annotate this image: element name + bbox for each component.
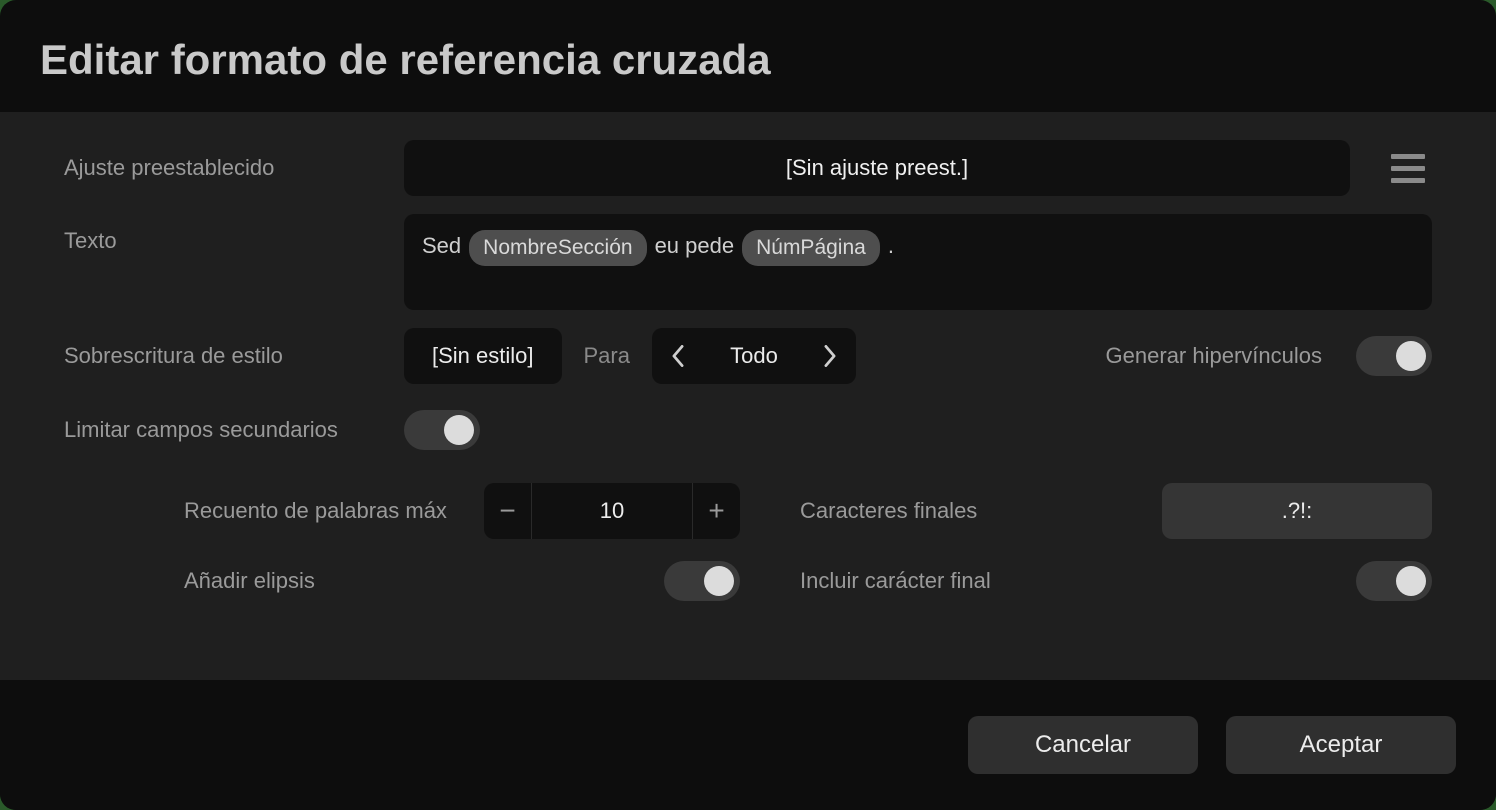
text-part: Sed xyxy=(422,230,461,262)
dialog-footer: Cancelar Aceptar xyxy=(0,680,1496,810)
dialog-header: Editar formato de referencia cruzada xyxy=(0,0,1496,112)
include-end-char-toggle[interactable] xyxy=(1356,561,1432,601)
hyperlinks-label: Generar hipervínculos xyxy=(1106,343,1322,369)
for-label: Para xyxy=(584,343,630,369)
chevron-left-icon xyxy=(671,345,685,367)
text-row: Texto Sed NombreSección eu pede NúmPágin… xyxy=(64,214,1432,310)
cancel-label: Cancelar xyxy=(1035,731,1131,759)
toggle-knob xyxy=(1396,341,1426,371)
scope-nav: Todo xyxy=(652,328,856,384)
hyperlinks-toggle[interactable] xyxy=(1356,336,1432,376)
max-words-stepper: − 10 + xyxy=(484,483,740,539)
scope-value: Todo xyxy=(704,328,804,384)
toggle-knob xyxy=(704,566,734,596)
scope-prev-button[interactable] xyxy=(652,328,704,384)
include-end-char-label: Incluir carácter final xyxy=(800,568,991,594)
limit-subfields-toggle[interactable] xyxy=(404,410,480,450)
max-words-label: Recuento de palabras máx xyxy=(64,498,484,524)
style-override-label: Sobrescritura de estilo xyxy=(64,343,404,369)
end-chars-input[interactable]: .?!: xyxy=(1162,483,1432,539)
dialog-title: Editar formato de referencia cruzada xyxy=(40,36,1456,84)
add-ellipsis-label: Añadir elipsis xyxy=(64,568,315,594)
end-chars-label: Caracteres finales xyxy=(800,498,977,524)
token-page-number[interactable]: NúmPágina xyxy=(742,230,880,266)
subfield-options: Recuento de palabras máx − 10 + Caracter… xyxy=(64,476,1432,616)
dialog-body: Ajuste preestablecido [Sin ajuste preest… xyxy=(0,112,1496,680)
menu-icon xyxy=(1391,154,1425,159)
token-section-name[interactable]: NombreSección xyxy=(469,230,646,266)
text-part: . xyxy=(888,230,894,262)
limit-subfields-label: Limitar campos secundarios xyxy=(64,417,404,443)
text-label: Texto xyxy=(64,214,404,254)
preset-label: Ajuste preestablecido xyxy=(64,155,404,181)
scope-next-button[interactable] xyxy=(804,328,856,384)
add-ellipsis-row: Añadir elipsis xyxy=(64,546,740,616)
preset-value: [Sin ajuste preest.] xyxy=(786,155,968,181)
text-template-input[interactable]: Sed NombreSección eu pede NúmPágina . xyxy=(404,214,1432,310)
max-words-increment[interactable]: + xyxy=(692,483,740,539)
toggle-knob xyxy=(444,415,474,445)
text-part: eu pede xyxy=(655,230,735,262)
add-ellipsis-toggle[interactable] xyxy=(664,561,740,601)
max-words-value[interactable]: 10 xyxy=(532,483,692,539)
edit-crossref-format-dialog: Editar formato de referencia cruzada Aju… xyxy=(0,0,1496,810)
preset-menu-button[interactable] xyxy=(1384,140,1432,196)
toggle-knob xyxy=(1396,566,1426,596)
preset-select[interactable]: [Sin ajuste preest.] xyxy=(404,140,1350,196)
max-words-row: Recuento de palabras máx − 10 + xyxy=(64,476,740,546)
end-chars-value: .?!: xyxy=(1282,498,1313,524)
preset-row: Ajuste preestablecido [Sin ajuste preest… xyxy=(64,140,1432,196)
cancel-button[interactable]: Cancelar xyxy=(968,716,1198,774)
style-override-row: Sobrescritura de estilo [Sin estilo] Par… xyxy=(64,328,1432,384)
style-value: [Sin estilo] xyxy=(432,343,534,369)
include-end-char-row: Incluir carácter final xyxy=(800,546,1432,616)
chevron-right-icon xyxy=(823,345,837,367)
end-chars-row: Caracteres finales .?!: xyxy=(800,476,1432,546)
max-words-decrement[interactable]: − xyxy=(484,483,532,539)
limit-subfields-row: Limitar campos secundarios xyxy=(64,402,1432,458)
accept-button[interactable]: Aceptar xyxy=(1226,716,1456,774)
style-select[interactable]: [Sin estilo] xyxy=(404,328,562,384)
accept-label: Aceptar xyxy=(1300,731,1383,759)
